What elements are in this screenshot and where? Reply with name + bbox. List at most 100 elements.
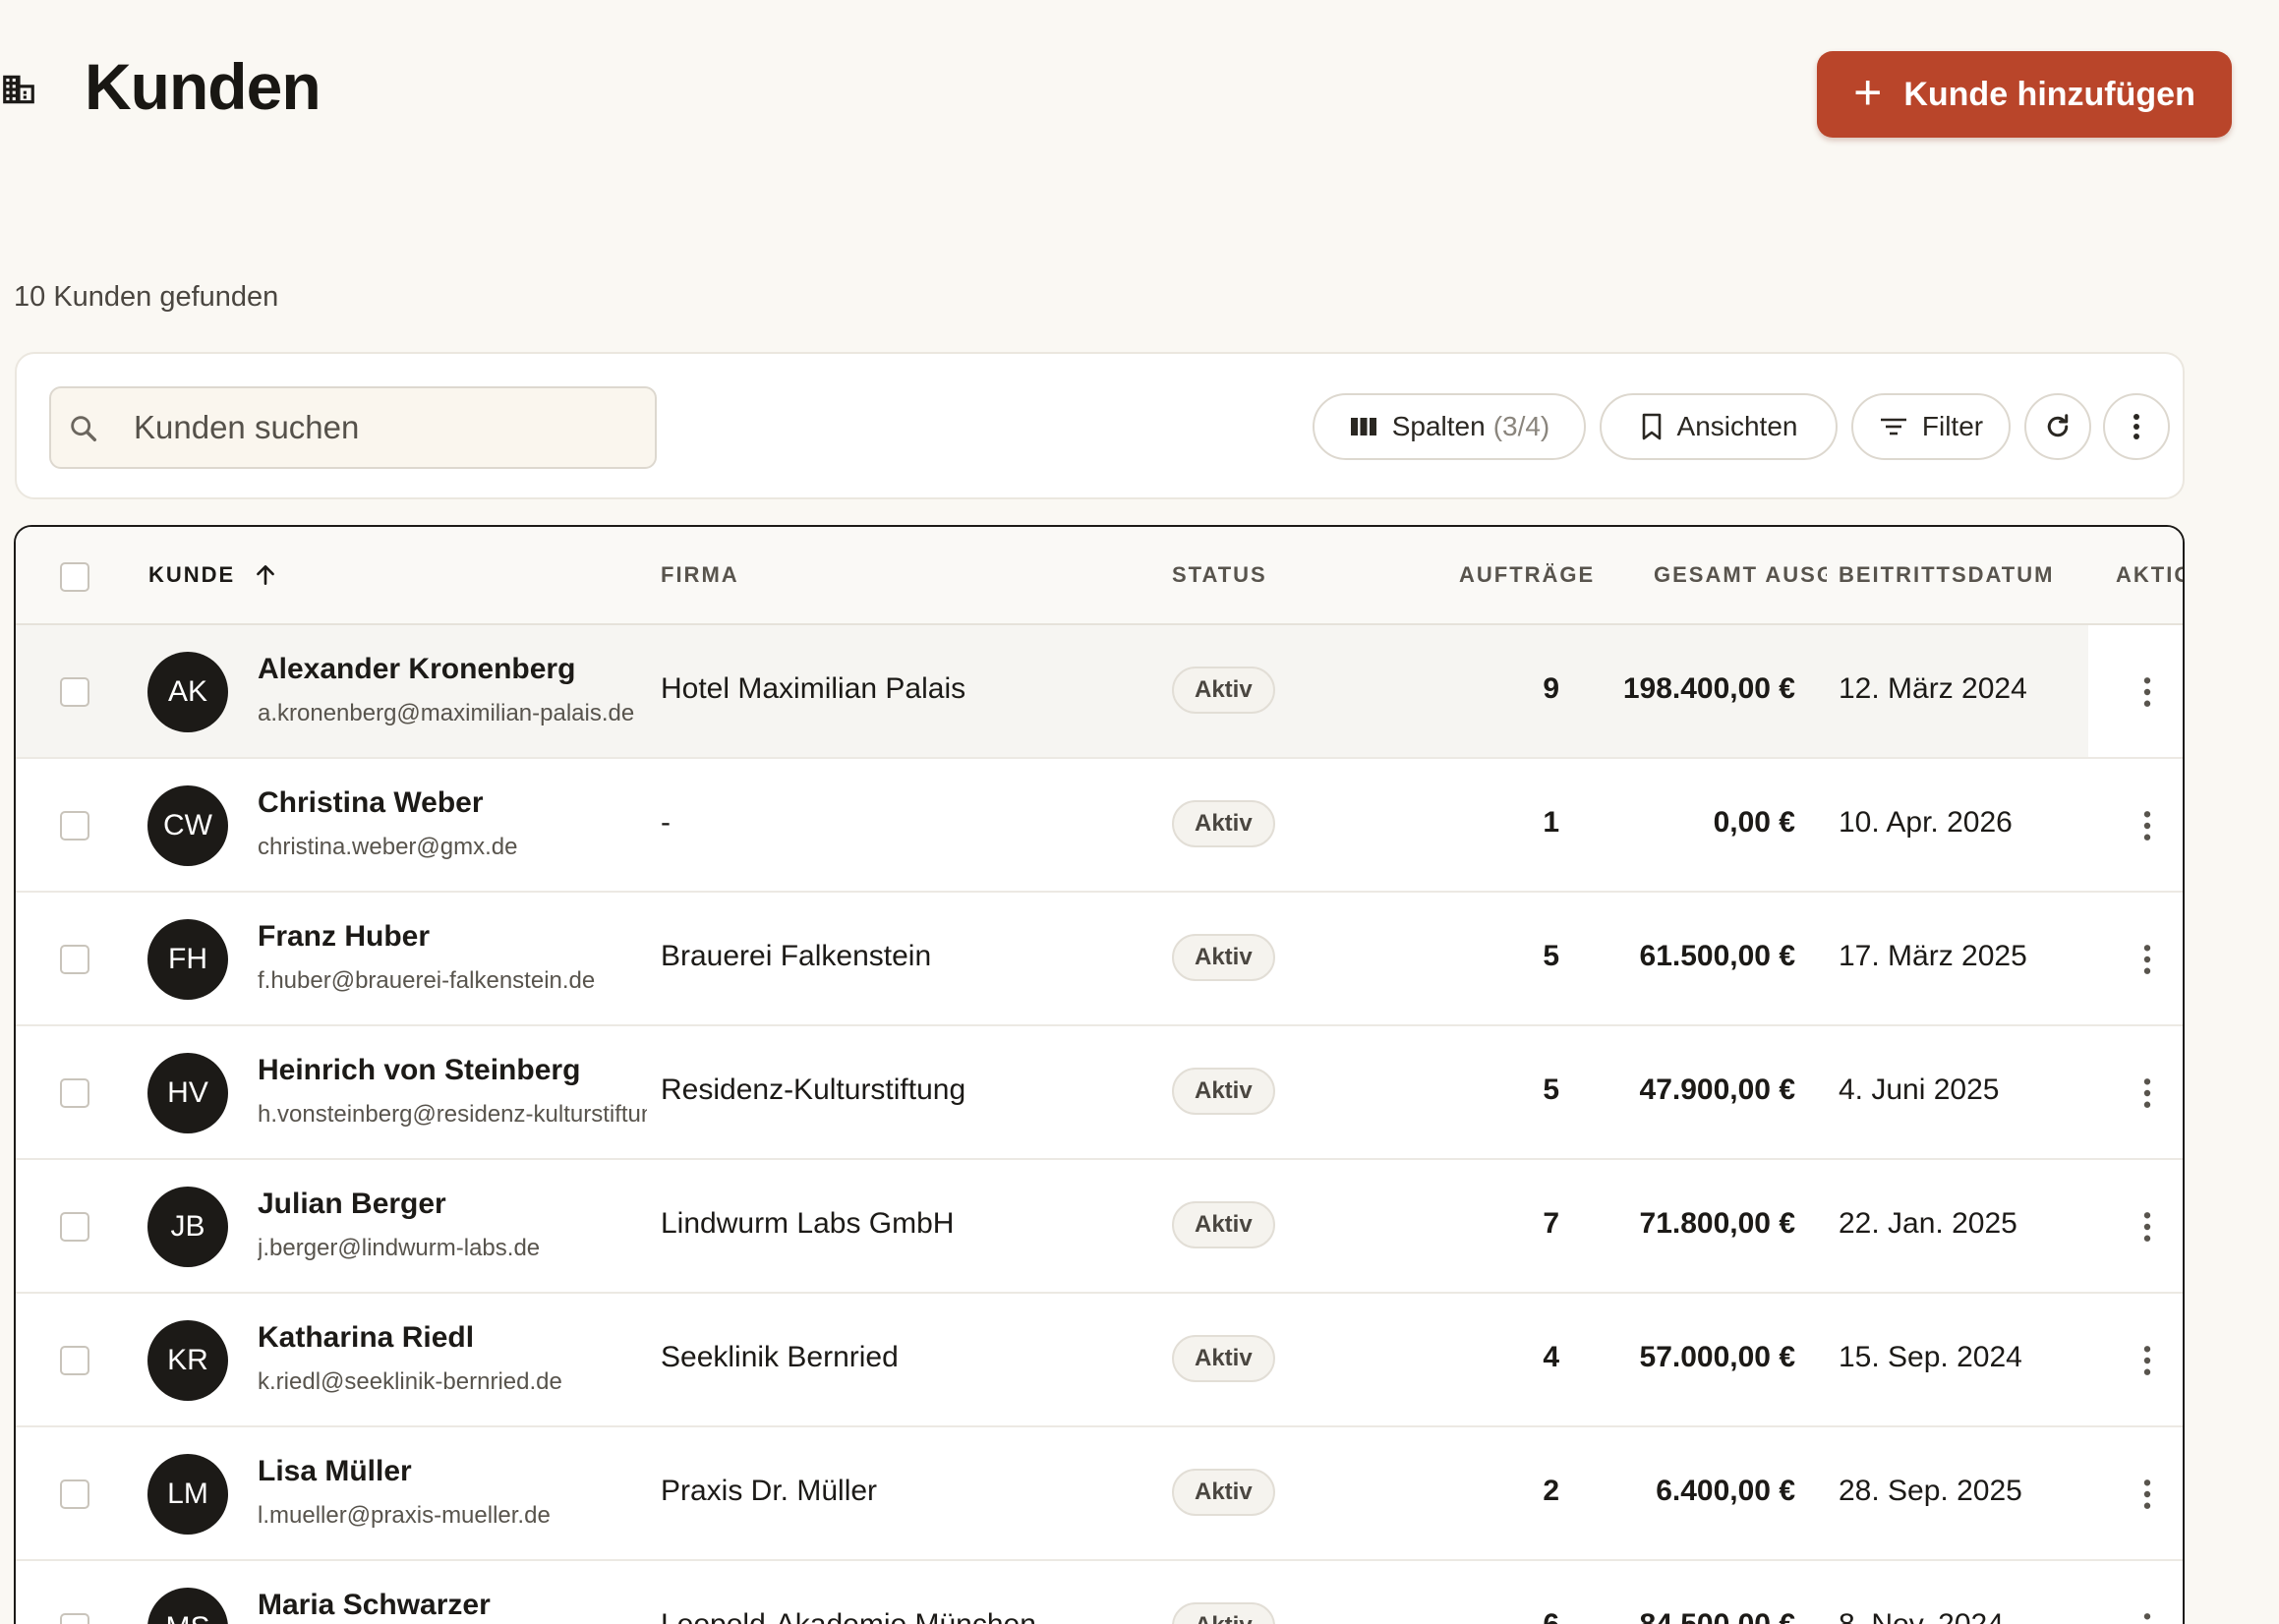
customer-name: Heinrich von Steinberg: [258, 1054, 581, 1086]
views-button[interactable]: Ansichten: [1600, 393, 1838, 460]
bookmark-icon: [1642, 413, 1661, 440]
row-actions-icon[interactable]: [2137, 944, 2157, 975]
customer-email: h.vonsteinberg@residenz-kulturstiftung.d…: [258, 1101, 647, 1128]
total-spent: 47.900,00 €: [1639, 1073, 1795, 1106]
company-name: -: [661, 806, 671, 839]
table-row[interactable]: FH Franz Huber f.huber@brauerei-falkenst…: [16, 893, 2183, 1026]
add-customer-button[interactable]: + Kunde hinzufügen: [1817, 51, 2232, 138]
column-header-kunde[interactable]: KUNDE: [148, 562, 278, 588]
company-name: Hotel Maximilian Palais: [661, 672, 966, 705]
customer-name: Christina Weber: [258, 786, 484, 819]
row-checkbox[interactable]: [60, 811, 89, 841]
row-checkbox[interactable]: [60, 1212, 89, 1242]
status-badge: Aktiv: [1172, 1201, 1275, 1248]
column-header-firma[interactable]: FIRMA: [661, 562, 739, 588]
row-checkbox[interactable]: [60, 1346, 89, 1375]
row-actions-icon[interactable]: [2137, 1211, 2157, 1243]
company-name: Praxis Dr. Müller: [661, 1475, 878, 1507]
total-spent: 61.500,00 €: [1639, 940, 1795, 972]
table-row[interactable]: HV Heinrich von Steinberg h.vonsteinberg…: [16, 1026, 2183, 1160]
table-row[interactable]: MS Maria Schwarzer Leopold-Akademie Münc…: [16, 1561, 2183, 1624]
customer-table: KUNDE FIRMA STATUS AUFTRÄGE GESAMT AUSGA…: [14, 525, 2185, 1624]
company-name: Seeklinik Bernried: [661, 1341, 899, 1373]
table-row[interactable]: CW Christina Weber christina.weber@gmx.d…: [16, 759, 2183, 893]
total-spent: 57.000,00 €: [1639, 1341, 1795, 1373]
customer-email: f.huber@brauerei-falkenstein.de: [258, 967, 596, 994]
table-row[interactable]: KR Katharina Riedl k.riedl@seeklinik-ber…: [16, 1294, 2183, 1427]
status-badge: Aktiv: [1172, 934, 1275, 981]
customer-name: Alexander Kronenberg: [258, 653, 576, 685]
row-actions-icon[interactable]: [2137, 1479, 2157, 1510]
row-actions-icon[interactable]: [2137, 810, 2157, 841]
total-spent: 0,00 €: [1713, 806, 1795, 839]
table-row[interactable]: AK Alexander Kronenberg a.kronenberg@max…: [16, 625, 2183, 759]
join-date: 12. März 2024: [1839, 672, 2027, 705]
company-name: Lindwurm Labs GmbH: [661, 1207, 955, 1240]
filter-button[interactable]: Filter: [1851, 393, 2011, 460]
status-badge: Aktiv: [1172, 1469, 1275, 1516]
order-count: 1: [1543, 806, 1559, 839]
order-count: 5: [1543, 940, 1559, 972]
page-header: Kunden + Kunde hinzufügen: [0, 0, 2279, 187]
filter-icon: [1880, 418, 1906, 435]
select-all-checkbox[interactable]: [60, 562, 89, 592]
avatar: LM: [147, 1454, 228, 1535]
row-checkbox[interactable]: [60, 1613, 89, 1624]
join-date: 4. Juni 2025: [1839, 1073, 2000, 1106]
plus-icon: +: [1853, 65, 1883, 120]
column-header-auftraege[interactable]: AUFTRÄGE: [1459, 562, 1593, 588]
total-spent: 71.800,00 €: [1639, 1207, 1795, 1240]
row-checkbox[interactable]: [60, 1479, 89, 1509]
customer-name: Maria Schwarzer: [258, 1589, 491, 1621]
join-date: 22. Jan. 2025: [1839, 1207, 2017, 1240]
search-box[interactable]: [49, 386, 657, 469]
status-badge: Aktiv: [1172, 1068, 1275, 1115]
search-input[interactable]: [134, 388, 645, 467]
refresh-button[interactable]: [2024, 393, 2091, 460]
row-actions-icon[interactable]: [2137, 676, 2157, 708]
avatar: HV: [147, 1053, 228, 1133]
column-header-gesamt[interactable]: GESAMT AUSGABEN: [1654, 562, 1827, 588]
row-actions-icon[interactable]: [2137, 1077, 2157, 1109]
total-spent: 198.400,00 €: [1622, 672, 1795, 705]
row-checkbox[interactable]: [60, 677, 89, 707]
more-options-button[interactable]: [2103, 393, 2170, 460]
order-count: 6: [1543, 1608, 1559, 1624]
company-name: Residenz-Kulturstiftung: [661, 1073, 966, 1106]
search-icon: [71, 416, 97, 442]
row-checkbox[interactable]: [60, 945, 89, 974]
status-badge: Aktiv: [1172, 667, 1275, 714]
views-label: Ansichten: [1676, 411, 1798, 441]
row-actions-icon[interactable]: [2137, 1612, 2157, 1624]
row-checkbox[interactable]: [60, 1078, 89, 1108]
status-badge: Aktiv: [1172, 1602, 1275, 1624]
columns-icon: [1350, 418, 1376, 435]
column-header-status[interactable]: STATUS: [1172, 562, 1267, 588]
join-date: 17. März 2025: [1839, 940, 2027, 972]
table-row[interactable]: JB Julian Berger j.berger@lindwurm-labs.…: [16, 1160, 2183, 1294]
column-header-beitritt[interactable]: BEITRITTSDATUM: [1839, 562, 2054, 588]
customer-name: Julian Berger: [258, 1188, 446, 1220]
avatar: AK: [147, 652, 228, 732]
sort-ascending-icon: [257, 565, 275, 585]
order-count: 7: [1543, 1207, 1559, 1240]
customer-email: l.mueller@praxis-mueller.de: [258, 1502, 551, 1529]
table-header: KUNDE FIRMA STATUS AUFTRÄGE GESAMT AUSGA…: [16, 527, 2183, 625]
column-header-aktionen: AKTIONEN: [2116, 562, 2183, 587]
column-header-kunde-label: KUNDE: [148, 562, 236, 587]
table-toolbar: Spalten (3/4) Ansichten Filter: [15, 352, 2185, 499]
result-count: 10 Kunden gefunden: [14, 281, 279, 313]
join-date: 8. Nov. 2024: [1839, 1608, 2004, 1624]
order-count: 2: [1543, 1475, 1559, 1507]
table-row[interactable]: LM Lisa Müller l.mueller@praxis-mueller.…: [16, 1427, 2183, 1561]
more-vertical-icon: [2133, 414, 2139, 439]
status-badge: Aktiv: [1172, 800, 1275, 847]
avatar: CW: [147, 785, 228, 866]
row-actions-icon[interactable]: [2137, 1345, 2157, 1376]
total-spent: 6.400,00 €: [1656, 1475, 1795, 1507]
columns-label: Spalten: [1391, 411, 1486, 441]
avatar: KR: [147, 1320, 228, 1401]
customer-name: Katharina Riedl: [258, 1321, 475, 1354]
customer-email: christina.weber@gmx.de: [258, 834, 518, 860]
columns-button[interactable]: Spalten (3/4): [1313, 393, 1586, 460]
